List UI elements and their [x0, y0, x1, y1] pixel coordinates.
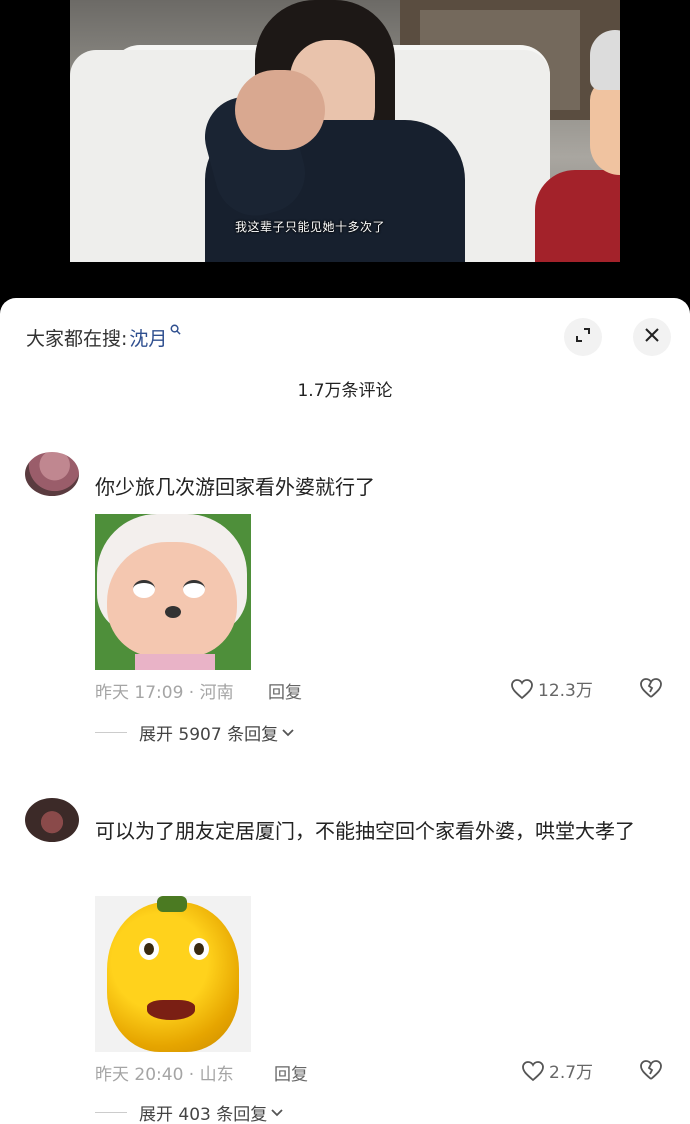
expand-replies-label: 展开 403 条回复 [139, 1105, 268, 1124]
reply-button[interactable]: 回复 [274, 1060, 308, 1085]
expand-replies-label: 展开 5907 条回复 [139, 725, 279, 745]
like-button[interactable]: 2.7万 [521, 1058, 593, 1083]
expand-replies-button[interactable]: 展开 403 条回复 [95, 1100, 283, 1124]
expand-button[interactable] [564, 318, 602, 356]
trending-search-term[interactable]: 沈月 [129, 324, 167, 351]
chevron-down-icon [271, 1105, 283, 1121]
reply-button[interactable]: 回复 [268, 678, 302, 703]
comment-time-location: 昨天 17:09 · 河南 [95, 683, 234, 703]
comment-count: 1.7万条评论 [297, 381, 393, 401]
comment-panel: 大家都在搜: 沈月 1.7万条评论 你少旅几次游回家看外婆就行了 昨天 17:0… [0, 298, 690, 1124]
expand-replies-button[interactable]: 展开 5907 条回复 [95, 720, 294, 745]
chevron-down-icon [282, 725, 294, 741]
like-count: 2.7万 [549, 1063, 594, 1083]
comment-text: 可以为了朋友定居厦门，不能抽空回个家看外婆，哄堂大孝了 [95, 819, 635, 843]
comment-time-location: 昨天 20:40 · 山东 [95, 1065, 234, 1085]
heart-icon [521, 1060, 545, 1082]
comment-text: 你少旅几次游回家看外婆就行了 [95, 475, 375, 499]
like-button[interactable]: 12.3万 [510, 676, 593, 701]
trending-search[interactable]: 大家都在搜: 沈月 [26, 324, 182, 351]
second-person [535, 20, 620, 262]
close-button[interactable] [633, 318, 671, 356]
like-count: 12.3万 [538, 681, 593, 701]
broken-heart-icon[interactable] [638, 676, 664, 700]
sticker-image[interactable] [95, 896, 251, 1052]
avatar[interactable] [25, 798, 79, 842]
avatar[interactable] [25, 452, 79, 496]
video-subtitle: 我这辈子只能见她十多次了 [235, 220, 386, 234]
expand-icon [574, 325, 592, 349]
heart-icon [510, 678, 534, 700]
search-icon [170, 324, 182, 339]
sticker-image[interactable] [95, 514, 251, 670]
divider [95, 732, 127, 733]
trending-search-prefix: 大家都在搜: [26, 328, 128, 350]
video-player[interactable]: 我这辈子只能见她十多次了 [0, 0, 690, 300]
video-frame: 我这辈子只能见她十多次了 [70, 0, 620, 262]
close-icon [643, 325, 661, 349]
broken-heart-icon[interactable] [638, 1058, 664, 1082]
divider [95, 1112, 127, 1113]
